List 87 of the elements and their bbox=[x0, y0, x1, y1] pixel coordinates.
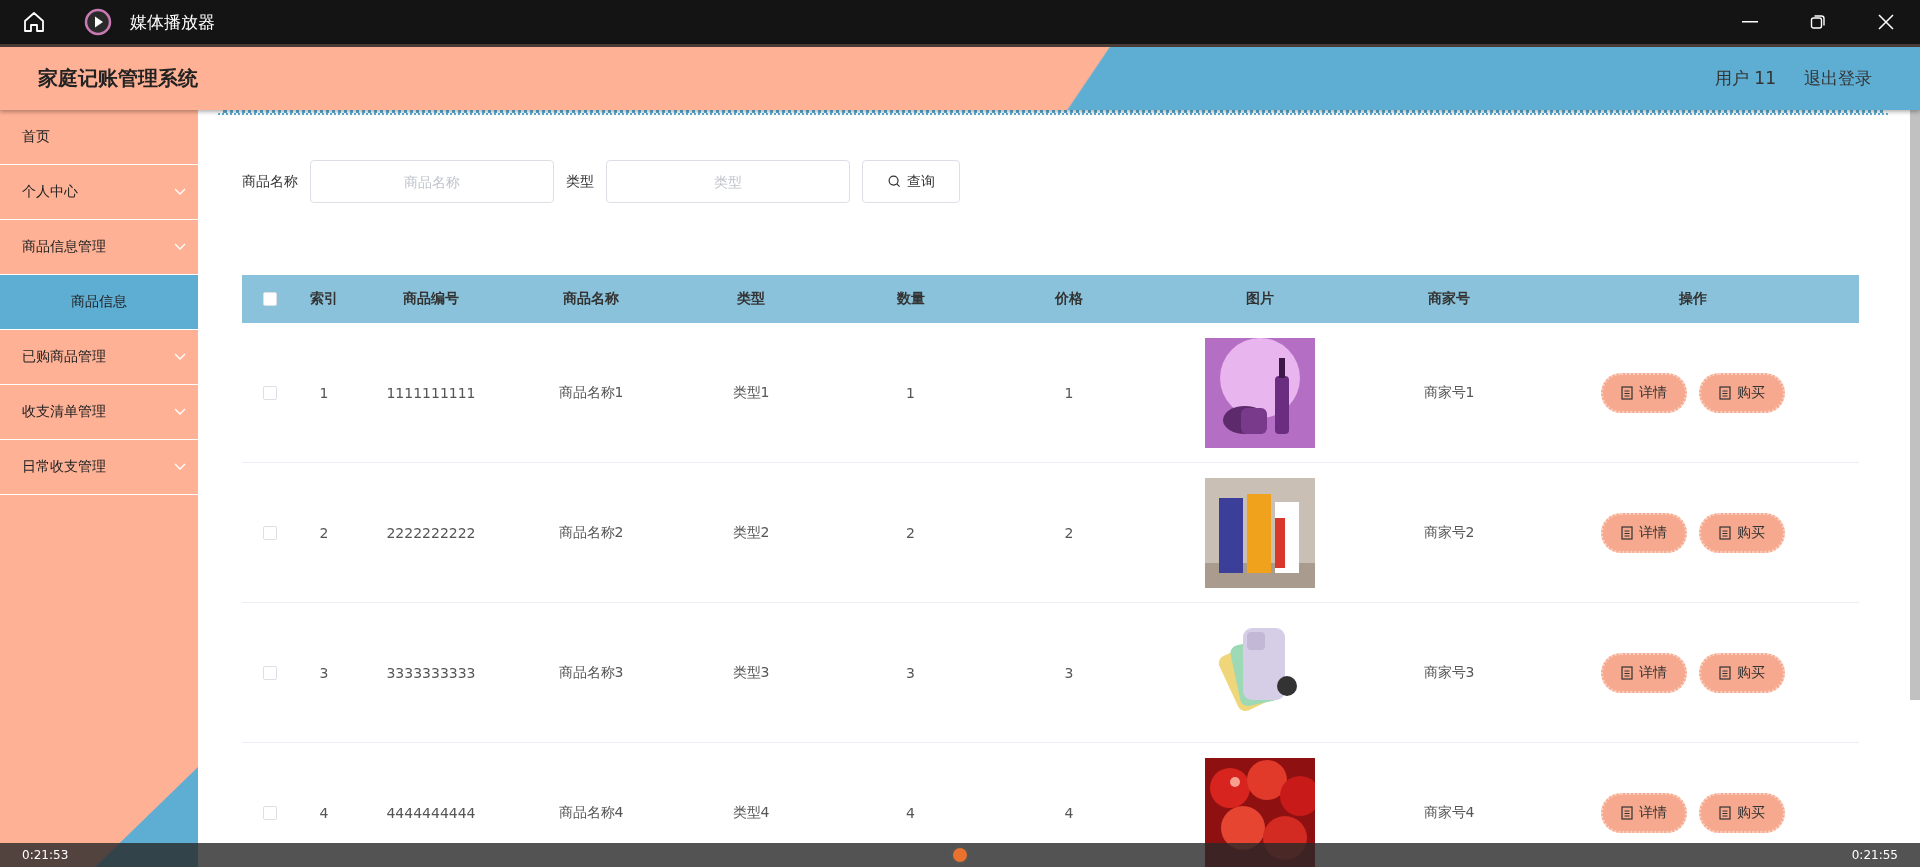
field-label: 类型 bbox=[566, 172, 594, 191]
document-icon bbox=[1718, 805, 1731, 820]
window-title: 媒体播放器 bbox=[130, 10, 215, 34]
table-cell: 2 bbox=[906, 524, 915, 541]
document-icon bbox=[1620, 385, 1633, 400]
table-cell: 1 bbox=[1064, 384, 1074, 401]
table-cell: 4 bbox=[1064, 804, 1074, 821]
buy-button[interactable]: 购买 bbox=[1698, 372, 1785, 413]
table-cell: 3 bbox=[319, 664, 329, 681]
document-icon bbox=[1620, 665, 1633, 680]
table-cell: 3 bbox=[1064, 664, 1074, 681]
table-cell: 2222222222 bbox=[386, 524, 476, 541]
details-button[interactable]: 详情 bbox=[1600, 512, 1687, 553]
table-cell: 类型3 bbox=[732, 663, 770, 682]
row-checkbox[interactable] bbox=[262, 385, 277, 400]
column-header: 价格 bbox=[1055, 290, 1083, 308]
chevron-down-icon bbox=[174, 463, 186, 471]
sidebar-item[interactable]: 收支清单管理 bbox=[0, 385, 198, 440]
column-header: 操作 bbox=[1678, 290, 1707, 308]
buy-button[interactable]: 购买 bbox=[1698, 512, 1785, 553]
buy-button[interactable]: 购买 bbox=[1698, 652, 1785, 693]
row-checkbox[interactable] bbox=[262, 525, 277, 540]
details-button[interactable]: 详情 bbox=[1600, 792, 1687, 833]
table-cell: 商家号2 bbox=[1423, 523, 1475, 542]
scrollbar[interactable] bbox=[1910, 110, 1920, 700]
total-time: 0:21:55 bbox=[1851, 848, 1898, 862]
table-cell: 商品名称4 bbox=[558, 803, 624, 822]
table-cell: 商家号1 bbox=[1423, 383, 1475, 402]
search-field[interactable]: 类型 bbox=[606, 160, 850, 203]
table-cell: 类型2 bbox=[732, 523, 770, 542]
column-header: 类型 bbox=[737, 290, 765, 308]
restore-icon bbox=[1810, 14, 1826, 30]
column-header: 商品编号 bbox=[403, 290, 459, 308]
table-cell: 2 bbox=[319, 524, 329, 541]
column-header: 图片 bbox=[1246, 290, 1274, 308]
table-cell: 4444444444 bbox=[386, 804, 476, 821]
row-checkbox[interactable] bbox=[262, 805, 277, 820]
column-header: 商家号 bbox=[1428, 290, 1470, 308]
home-icon[interactable] bbox=[22, 10, 46, 34]
table-cell: 1111111111 bbox=[386, 384, 476, 401]
play-icon bbox=[84, 8, 112, 36]
column-header: 数量 bbox=[896, 290, 925, 308]
chevron-down-icon bbox=[174, 188, 186, 196]
table-cell: 2 bbox=[1064, 524, 1074, 541]
document-icon bbox=[1620, 525, 1633, 540]
column-header: 索引 bbox=[310, 290, 338, 308]
table-cell: 商家号3 bbox=[1423, 663, 1475, 682]
search-button[interactable]: 查询 bbox=[862, 160, 960, 203]
table-cell: 类型1 bbox=[732, 383, 770, 402]
table-cell: 3333333333 bbox=[386, 664, 476, 681]
column-header: 商品名称 bbox=[563, 290, 619, 308]
document-icon bbox=[1718, 525, 1731, 540]
table-cell: 4 bbox=[319, 804, 329, 821]
table-cell: 1 bbox=[319, 384, 329, 401]
details-button[interactable]: 详情 bbox=[1600, 652, 1687, 693]
sidebar-item[interactable]: 已购商品管理 bbox=[0, 330, 198, 385]
field-label: 商品名称 bbox=[242, 172, 298, 191]
buy-button[interactable]: 购买 bbox=[1698, 792, 1785, 833]
user-name: 用户 11 bbox=[1714, 67, 1776, 90]
logout-link[interactable]: 退出登录 bbox=[1804, 67, 1872, 90]
app-title: 家庭记账管理系统 bbox=[38, 65, 198, 92]
table-cell: 4 bbox=[906, 804, 915, 821]
table-cell: 商品名称1 bbox=[558, 383, 624, 402]
chevron-down-icon bbox=[174, 353, 186, 361]
minimize-icon bbox=[1742, 21, 1758, 23]
close-icon bbox=[1878, 14, 1894, 30]
search-field[interactable]: 商品名称 bbox=[310, 160, 554, 203]
select-all-checkbox[interactable] bbox=[262, 292, 277, 306]
table-cell: 商品名称2 bbox=[558, 523, 624, 542]
elapsed-time: 0:21:53 bbox=[22, 848, 69, 862]
table-cell: 类型4 bbox=[732, 803, 770, 822]
document-icon bbox=[1718, 385, 1731, 400]
table-cell: 商品名称3 bbox=[558, 663, 624, 682]
sidebar-item[interactable]: 个人中心 bbox=[0, 165, 198, 220]
row-checkbox[interactable] bbox=[262, 665, 277, 680]
document-icon bbox=[1718, 665, 1731, 680]
sidebar-item[interactable]: 首页 bbox=[0, 110, 198, 165]
sidebar-subitem[interactable]: 商品信息 bbox=[0, 275, 198, 330]
chevron-down-icon bbox=[174, 243, 186, 251]
chevron-down-icon bbox=[174, 408, 186, 416]
sidebar-item[interactable]: 日常收支管理 bbox=[0, 440, 198, 495]
table-cell: 3 bbox=[906, 664, 915, 681]
document-icon bbox=[1620, 805, 1633, 820]
table-cell: 1 bbox=[906, 384, 915, 401]
search-icon bbox=[887, 175, 901, 188]
details-button[interactable]: 详情 bbox=[1600, 372, 1687, 413]
table-cell: 商家号4 bbox=[1423, 803, 1475, 822]
